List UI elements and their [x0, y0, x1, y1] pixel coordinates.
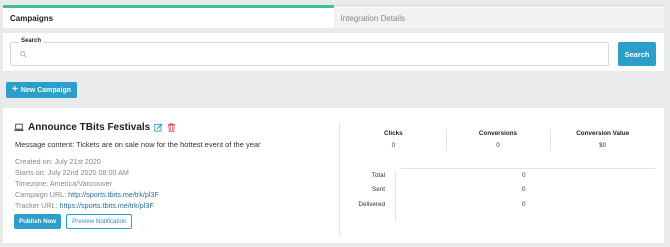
new-campaign-label: New Campaign — [20, 86, 72, 94]
created-date: Created on: July 21st 2020 — [15, 157, 101, 166]
stat-label: Conversions — [478, 130, 518, 137]
delivery-total-value: 0 — [522, 172, 526, 179]
tracker-url-label: Tracker URL: — [15, 201, 58, 210]
campaign-url-link[interactable]: http://sports.tbits.me/trk/pl3F — [68, 190, 159, 199]
preview-notification-button[interactable]: Preview Notification — [66, 214, 133, 229]
search-button[interactable]: Search — [618, 42, 656, 66]
delivery-sent-label: Sent — [372, 186, 385, 193]
campaign-url-row: Campaign URL: http://sports.tbits.me/trk… — [15, 190, 159, 199]
section-divider — [339, 122, 340, 235]
delivery-total-label: Total — [371, 172, 385, 179]
stat-conversions: Conversions 0 — [445, 130, 551, 150]
stat-label: Clicks — [384, 130, 403, 137]
plus-icon: + — [11, 84, 18, 95]
edit-icon[interactable] — [154, 123, 163, 132]
tracker-url-row: Tracker URL: https://sports.tbits.me/trk… — [15, 201, 154, 210]
search-icon — [20, 51, 27, 58]
delivery-delivered-label: Delivered — [358, 201, 385, 208]
trash-icon[interactable] — [167, 123, 176, 132]
tracker-url-link[interactable]: https://sports.tbits.me/trk/pl3F — [59, 201, 153, 210]
search-input[interactable] — [31, 46, 601, 62]
laptop-icon — [14, 123, 24, 132]
campaign-url-label: Campaign URL: — [15, 190, 67, 199]
tab-integration-details[interactable]: Integration Details — [333, 5, 664, 28]
campaign-card: Announce TBits Festivals Message content… — [3, 108, 664, 243]
delivery-sent-value: 0 — [522, 186, 526, 193]
stats-row: Clicks 0 Conversions 0 Conversion Value … — [341, 130, 655, 150]
tab-label: Campaigns — [10, 14, 54, 23]
delivery-delivered-value: 0 — [522, 201, 526, 208]
delivery-column-divider — [395, 172, 396, 222]
stat-conversion-value: Conversion Value $0 — [550, 130, 655, 150]
tab-label: Integration Details — [340, 14, 405, 23]
tab-campaigns[interactable]: Campaigns — [3, 5, 334, 28]
campaign-header: Announce TBits Festivals — [14, 122, 176, 133]
search-legend: Search — [19, 38, 44, 44]
stat-value: $0 — [599, 142, 607, 149]
timezone: Timezone: America/Vancouver — [15, 179, 113, 188]
campaign-actions: Publish Now Preview Notification — [14, 214, 133, 229]
publish-now-button[interactable]: Publish Now — [14, 214, 62, 229]
start-date: Starts on: July 22nd 2020 08:00 AM — [15, 168, 129, 177]
stat-clicks: Clicks 0 — [341, 130, 446, 149]
tab-bar: Campaigns Integration Details — [3, 5, 664, 28]
new-campaign-button[interactable]: + New Campaign — [6, 82, 77, 98]
stat-value: 0 — [391, 142, 396, 149]
stat-label: Conversion Value — [576, 130, 630, 137]
stat-value: 0 — [496, 142, 500, 149]
campaign-message: Message content: Tickets are on sale now… — [15, 140, 261, 149]
campaign-title: Announce TBits Festivals — [28, 122, 151, 133]
search-field[interactable]: Search — [10, 38, 609, 66]
delivery-divider — [401, 168, 655, 169]
search-panel: Search Search — [3, 33, 664, 71]
